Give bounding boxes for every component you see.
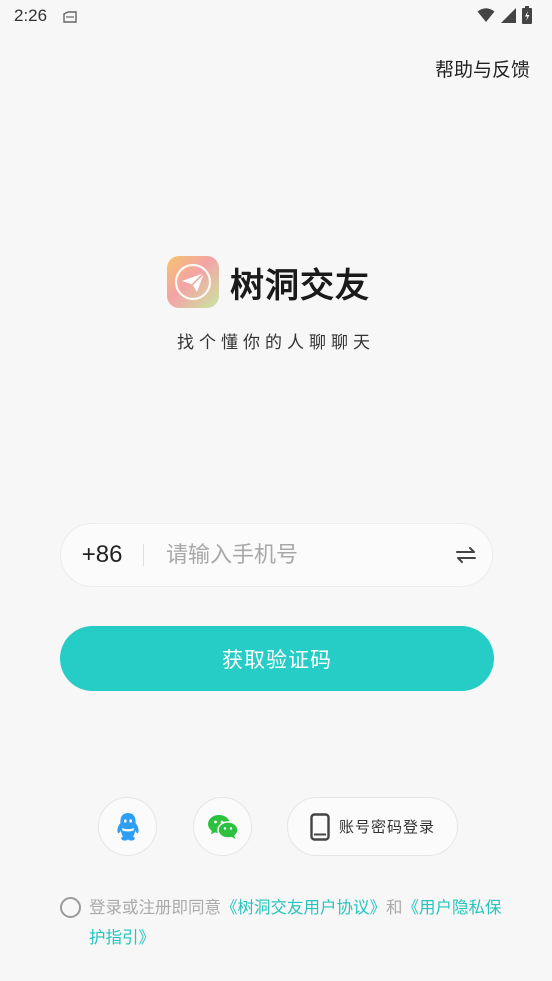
qq-icon — [116, 812, 139, 841]
help-feedback-link[interactable]: 帮助与反馈 — [435, 55, 530, 82]
status-time: 2:26 — [14, 6, 48, 25]
signal-icon — [501, 7, 516, 23]
phone-number-input[interactable] — [144, 524, 441, 586]
status-bar: 2:26 — [0, 0, 552, 34]
agreement-prefix: 登录或注册即同意 — [89, 898, 221, 917]
wechat-login-button[interactable] — [193, 797, 252, 856]
password-login-button[interactable]: 账号密码登录 — [287, 797, 458, 856]
qq-login-button[interactable] — [98, 797, 157, 856]
switch-login-mode-button[interactable] — [440, 524, 492, 586]
login-screen: 2:26 帮助与反馈 树洞交友 找个懂你的人聊聊天 +86 请输入手机号 获取验… — [0, 0, 552, 981]
phone-input-row: +86 — [60, 523, 493, 587]
agreement-conjunction: 和 — [386, 898, 403, 917]
status-icons — [477, 5, 532, 25]
user-agreement-link[interactable]: 《树洞交友用户协议》 — [221, 898, 386, 917]
notification-icon — [63, 11, 77, 23]
wifi-icon — [477, 8, 495, 22]
agreement-checkbox[interactable] — [60, 897, 81, 918]
app-logo — [167, 256, 219, 308]
app-slogan: 找个懂你的人聊聊天 — [177, 333, 375, 353]
app-name: 树洞交友 — [230, 265, 370, 306]
battery-icon — [522, 6, 532, 24]
password-login-label: 账号密码登录 — [338, 818, 435, 836]
brand: 树洞交友 — [167, 256, 370, 308]
agreement-text: 登录或注册即同意《树洞交友用户协议》和《用户隐私保护指引》 — [89, 893, 509, 953]
swap-arrows-icon — [456, 547, 476, 563]
wechat-icon — [207, 814, 239, 839]
get-verification-code-button[interactable]: 获取验证码 — [60, 626, 494, 691]
phone-device-icon — [310, 812, 330, 841]
paper-plane-icon — [174, 263, 212, 301]
country-code-selector[interactable]: +86 — [61, 541, 143, 569]
